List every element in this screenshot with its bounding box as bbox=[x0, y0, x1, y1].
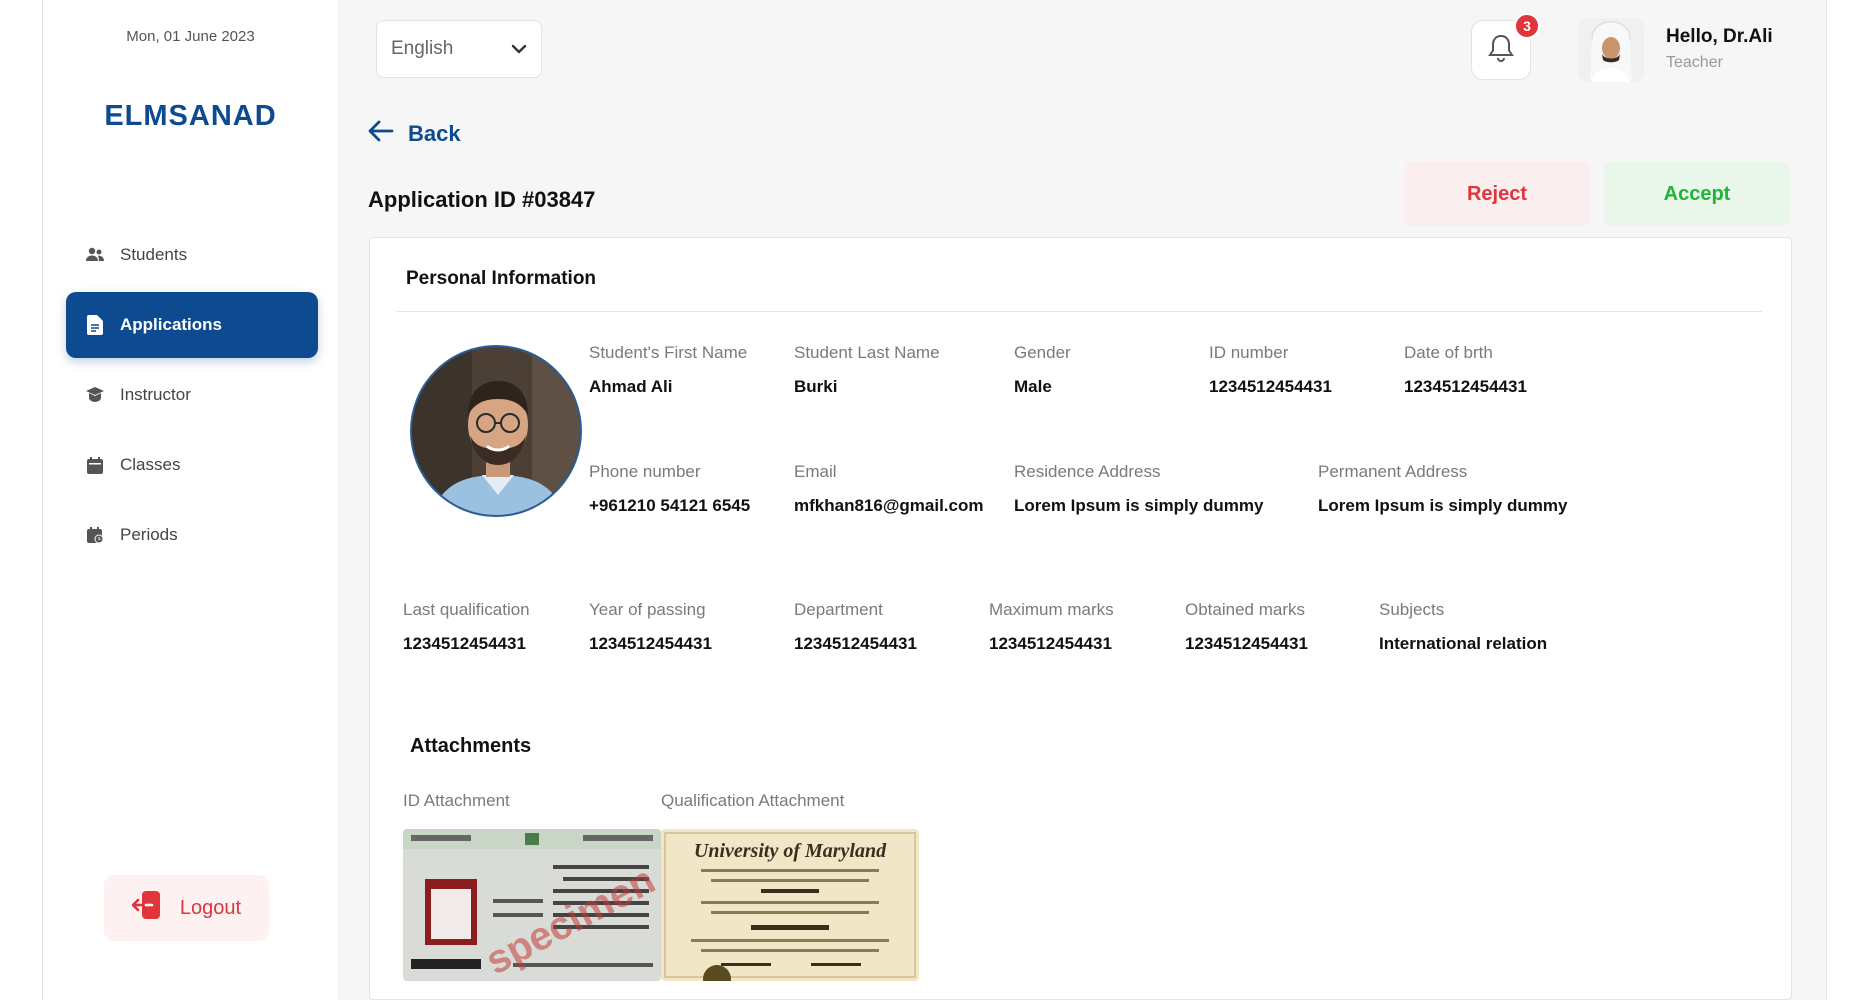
language-select[interactable]: English bbox=[376, 20, 542, 78]
notifications-button[interactable]: 3 bbox=[1471, 13, 1540, 80]
bell-icon bbox=[1487, 33, 1515, 68]
reject-button[interactable]: Reject bbox=[1404, 162, 1590, 226]
sidebar-item-label: Periods bbox=[120, 525, 178, 544]
id-attachment-label: ID Attachment bbox=[403, 791, 510, 810]
field-value: mfkhan816@gmail.com bbox=[794, 496, 984, 515]
logout-icon bbox=[131, 891, 162, 925]
field-label: Department bbox=[794, 600, 883, 619]
main-content: English 3 Hello, Dr.Ali Teacher Back App… bbox=[338, 0, 1827, 1000]
user-greeting: Hello, Dr.Ali bbox=[1666, 26, 1773, 47]
sidebar-item-label: Students bbox=[120, 245, 188, 264]
document-icon bbox=[84, 314, 106, 336]
field-id-number: ID number 1234512454431 bbox=[1209, 343, 1332, 397]
instructor-icon bbox=[84, 384, 106, 406]
field-subjects: Subjects International relation bbox=[1379, 600, 1547, 654]
users-icon bbox=[84, 244, 106, 266]
field-last-name: Student Last Name Burki bbox=[794, 343, 940, 397]
logout-label: Logout bbox=[179, 896, 242, 919]
field-value: 1234512454431 bbox=[1404, 377, 1527, 396]
user-role: Teacher bbox=[1666, 54, 1723, 71]
back-button[interactable]: Back bbox=[368, 120, 461, 148]
field-phone: Phone number +961210 54121 6545 bbox=[589, 462, 750, 516]
sidebar: Mon, 01 June 2023 ELMSANAD Students Appl… bbox=[42, 0, 338, 1000]
field-label: Last qualification bbox=[403, 600, 530, 619]
diploma-header: University of Maryland bbox=[694, 840, 887, 862]
sidebar-item-periods[interactable]: Periods bbox=[66, 502, 318, 568]
sidebar-item-classes[interactable]: Classes bbox=[66, 432, 318, 498]
accept-button[interactable]: Accept bbox=[1604, 162, 1790, 226]
field-value: 1234512454431 bbox=[989, 634, 1112, 653]
arrow-left-icon bbox=[368, 120, 394, 148]
field-residence-address: Residence Address Lorem Ipsum is simply … bbox=[1014, 462, 1263, 516]
field-value: International relation bbox=[1379, 634, 1548, 653]
field-value: Male bbox=[1014, 377, 1052, 396]
avatar[interactable] bbox=[1578, 18, 1644, 82]
field-first-name: Student's First Name Ahmad Ali bbox=[589, 343, 747, 397]
student-photo bbox=[410, 345, 582, 517]
field-last-qualification: Last qualification 1234512454431 bbox=[403, 600, 530, 654]
page-title: Application ID #03847 bbox=[368, 187, 596, 212]
field-value: 1234512454431 bbox=[403, 634, 526, 653]
chevron-down-icon bbox=[511, 38, 527, 60]
sidebar-item-instructor[interactable]: Instructor bbox=[66, 362, 318, 428]
notification-count-badge: 3 bbox=[1514, 13, 1540, 39]
field-value: +961210 54121 6545 bbox=[589, 496, 751, 515]
field-label: Gender bbox=[1014, 343, 1071, 362]
field-value: Ahmad Ali bbox=[589, 377, 673, 396]
field-label: Phone number bbox=[589, 462, 701, 481]
field-label: ID number bbox=[1209, 343, 1289, 362]
logout-button[interactable]: Logout bbox=[104, 875, 269, 941]
field-label: Email bbox=[794, 462, 837, 481]
field-value: 1234512454431 bbox=[794, 634, 917, 653]
divider bbox=[396, 311, 1762, 312]
field-value: Lorem Ipsum is simply dummy bbox=[1014, 496, 1264, 515]
field-obtained-marks: Obtained marks 1234512454431 bbox=[1185, 600, 1308, 654]
section-title: Personal Information bbox=[406, 268, 597, 289]
app-logo: ELMSANAD bbox=[104, 100, 277, 132]
field-year-of-passing: Year of passing 1234512454431 bbox=[589, 600, 712, 654]
field-maximum-marks: Maximum marks 1234512454431 bbox=[989, 600, 1114, 654]
sidebar-item-label: Applications bbox=[120, 315, 223, 334]
field-label: Year of passing bbox=[589, 600, 706, 619]
attachments-title: Attachments bbox=[410, 735, 532, 757]
field-value: Lorem Ipsum is simply dummy bbox=[1318, 496, 1568, 515]
sidebar-item-label: Instructor bbox=[120, 385, 191, 404]
application-details-card: Personal Information Student's First Nam… bbox=[369, 237, 1792, 1000]
field-label: Date of brth bbox=[1404, 343, 1493, 362]
field-value: Burki bbox=[794, 377, 838, 396]
field-label: Student Last Name bbox=[794, 343, 940, 362]
qualification-attachment-thumbnail[interactable]: University of Maryland bbox=[661, 829, 919, 981]
field-label: Permanent Address bbox=[1318, 462, 1468, 481]
field-value: 1234512454431 bbox=[589, 634, 712, 653]
field-label: Obtained marks bbox=[1185, 600, 1305, 619]
sidebar-item-students[interactable]: Students bbox=[66, 222, 318, 288]
field-value: 1234512454431 bbox=[1209, 377, 1332, 396]
field-date-of-birth: Date of brth 1234512454431 bbox=[1404, 343, 1527, 397]
calendar-clock-icon bbox=[84, 524, 106, 546]
field-label: Student's First Name bbox=[589, 343, 748, 362]
field-label: Subjects bbox=[1379, 600, 1445, 619]
calendar-icon bbox=[84, 454, 106, 476]
field-label: Maximum marks bbox=[989, 600, 1114, 619]
id-attachment-thumbnail[interactable]: specimen bbox=[403, 829, 661, 981]
current-date: Mon, 01 June 2023 bbox=[126, 28, 255, 45]
language-value: English bbox=[391, 38, 454, 59]
field-department: Department 1234512454431 bbox=[794, 600, 917, 654]
field-label: Residence Address bbox=[1014, 462, 1161, 481]
back-label: Back bbox=[408, 121, 461, 146]
field-value: 1234512454431 bbox=[1185, 634, 1308, 653]
field-gender: Gender Male bbox=[1014, 343, 1071, 397]
app-root: Mon, 01 June 2023 ELMSANAD Students Appl… bbox=[0, 0, 1865, 1000]
field-email: Email mfkhan816@gmail.com bbox=[794, 462, 983, 516]
field-permanent-address: Permanent Address Lorem Ipsum is simply … bbox=[1318, 462, 1567, 516]
qualification-attachment-label: Qualification Attachment bbox=[661, 791, 845, 810]
sidebar-item-label: Classes bbox=[120, 455, 181, 474]
sidebar-item-applications[interactable]: Applications bbox=[66, 292, 318, 358]
